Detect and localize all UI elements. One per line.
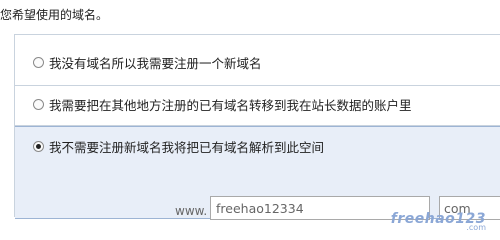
www-prefix: www. <box>175 204 208 218</box>
radio-transfer-domain[interactable] <box>33 99 44 110</box>
option-transfer-domain[interactable]: 我需要把在其他地方注册的已有域名转移到我在站长数据的账户里 <box>15 85 500 126</box>
domain-choice-screen: 您希望使用的域名。 我没有域名所以我需要注册一个新域名 我需要把在其他地方注册的… <box>0 0 500 240</box>
page-prompt: 您希望使用的域名。 <box>0 8 109 22</box>
option-use-existing-domain[interactable]: 我不需要注册新域名我将把已有域名解析到此空间 www. <box>15 126 500 220</box>
domain-options-panel: 我没有域名所以我需要注册一个新域名 我需要把在其他地方注册的已有域名转移到我在站… <box>14 34 500 220</box>
option-label[interactable]: 我不需要注册新域名我将把已有域名解析到此空间 <box>49 137 324 156</box>
option-register-new-domain[interactable]: 我没有域名所以我需要注册一个新域名 <box>15 35 500 86</box>
radio-register-new-domain[interactable] <box>33 57 44 68</box>
option-label[interactable]: 我需要把在其他地方注册的已有域名转移到我在站长数据的账户里 <box>49 95 412 114</box>
radio-use-existing-domain[interactable] <box>33 141 44 152</box>
site-watermark: freehao123 .com <box>391 212 486 232</box>
option-label[interactable]: 我没有域名所以我需要注册一个新域名 <box>49 53 262 72</box>
